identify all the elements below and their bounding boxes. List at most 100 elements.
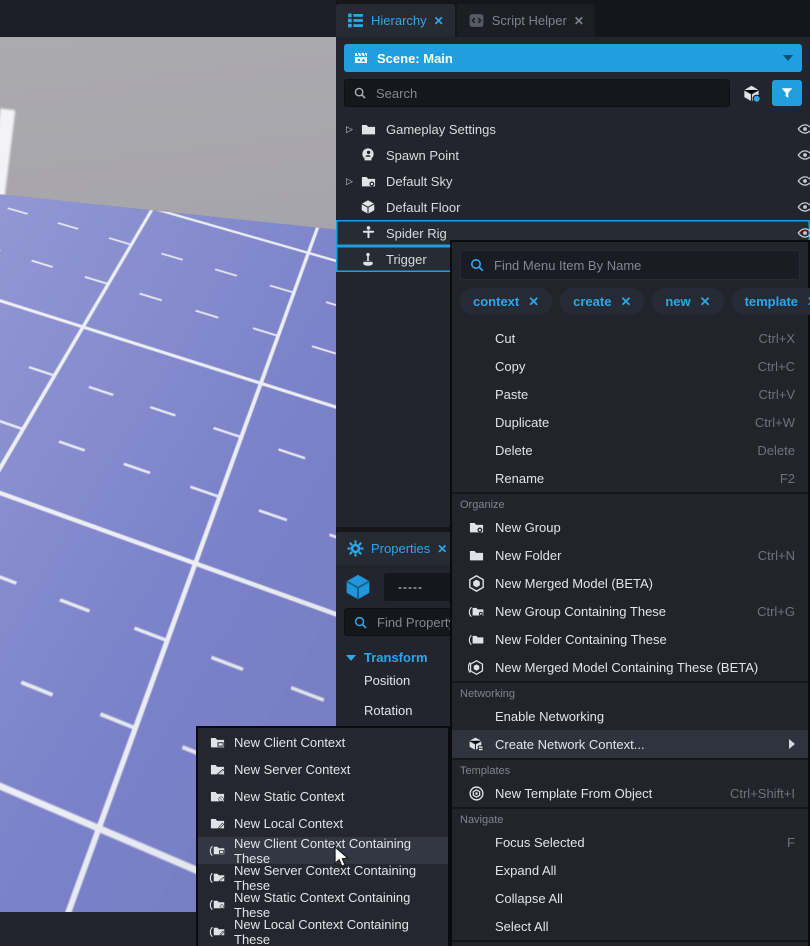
submenu-item-new-client-context[interactable]: New Client Context xyxy=(198,729,448,756)
submenu-item-new-local-context[interactable]: New Local Context xyxy=(198,810,448,837)
remove-tag-icon[interactable]: ✕ xyxy=(620,294,631,310)
folder-client-icon xyxy=(207,735,227,750)
submenu-item-label: New Local Context Containing These xyxy=(234,917,440,946)
merged-model-icon xyxy=(466,575,486,592)
menu-item-cut[interactable]: CutCtrl+X xyxy=(452,324,808,352)
menu-item-label: Rename xyxy=(495,471,544,486)
group-cube-icon xyxy=(742,84,761,103)
visibility-eye-icon[interactable] xyxy=(797,121,810,137)
menu-item-new-merged-model-beta[interactable]: New Merged Model (BETA) xyxy=(452,569,808,597)
submenu-item-new-static-context[interactable]: New Static Context xyxy=(198,783,448,810)
folder-icon xyxy=(466,548,486,563)
remove-tag-icon[interactable]: ✕ xyxy=(700,294,711,310)
menu-item-shortcut: Ctrl+C xyxy=(758,359,795,374)
menu-item-focus-selected[interactable]: Focus SelectedF xyxy=(452,828,808,856)
filter-tag-label: create xyxy=(573,294,611,309)
filter-funnel-icon xyxy=(780,86,794,100)
menu-item-collapse-all[interactable]: Collapse All xyxy=(452,884,808,912)
submenu-item-new-static-context-containing-these[interactable]: New Static Context Containing These xyxy=(198,891,448,918)
tree-row-default-floor[interactable]: Default Floor xyxy=(336,194,810,220)
menu-item-label: Delete xyxy=(495,443,533,458)
tree-item-label: Spider Rig xyxy=(386,226,447,241)
filter-tag-create[interactable]: create ✕ xyxy=(560,288,644,315)
menu-item-label: Expand All xyxy=(495,863,556,878)
menu-item-new-group[interactable]: New Group xyxy=(452,513,808,541)
menu-item-enable-networking[interactable]: Enable Networking xyxy=(452,702,808,730)
menu-item-label: Copy xyxy=(495,359,525,374)
menu-item-label: Duplicate xyxy=(495,415,549,430)
submenu-item-label: New Local Context xyxy=(234,816,343,831)
close-icon[interactable]: ✕ xyxy=(437,542,447,556)
filter-tag-new[interactable]: new✕ xyxy=(652,288,723,315)
filter-tag-context[interactable]: context ✕ xyxy=(460,288,552,315)
viewport-top-bar xyxy=(0,0,336,37)
menu-section-header: Navigate xyxy=(452,809,808,828)
menu-item-new-folder[interactable]: New FolderCtrl+N xyxy=(452,541,808,569)
menu-item-label: New Group xyxy=(495,520,561,535)
properties-tab-label: Properties xyxy=(371,541,430,556)
tree-row-spawn-point[interactable]: Spawn Point xyxy=(336,142,810,168)
hierarchy-search-field[interactable] xyxy=(344,79,730,107)
menu-item-shortcut: Ctrl+V xyxy=(759,387,795,402)
close-icon[interactable]: ✕ xyxy=(574,14,584,28)
context-menu: context✕create✕new✕template✕ CutCtrl+XCo… xyxy=(450,240,810,946)
property-label: Rotation xyxy=(364,703,412,718)
menu-item-copy[interactable]: Copy Ctrl+C xyxy=(452,352,808,380)
close-icon[interactable]: ✕ xyxy=(434,14,444,28)
folder-server-icon xyxy=(207,762,227,777)
visibility-eye-icon[interactable] xyxy=(797,225,810,241)
menu-item-delete[interactable]: DeleteDelete xyxy=(452,436,808,464)
tab-label: Script Helper xyxy=(492,13,567,28)
filter-tag-label: context xyxy=(473,294,519,309)
remove-tag-icon[interactable]: ✕ xyxy=(528,294,539,310)
submenu-item-new-client-context-containing-these[interactable]: New Client Context Containing These xyxy=(198,837,448,864)
tree-row-default-sky[interactable]: ▷Default Sky xyxy=(336,168,810,194)
tab-script-helper[interactable]: Script Helper ✕ xyxy=(457,4,595,37)
submenu-item-new-local-context-containing-these[interactable]: New Local Context Containing These xyxy=(198,918,448,945)
tab-properties[interactable]: Properties ✕ xyxy=(336,532,458,565)
menu-item-rename[interactable]: RenameF2 xyxy=(452,464,808,492)
group-objects-button[interactable] xyxy=(737,80,765,106)
viewport-bright-object xyxy=(0,108,15,197)
menu-item-create-network-context[interactable]: Create Network Context... xyxy=(452,730,808,758)
visibility-eye-icon[interactable] xyxy=(797,199,810,215)
filter-tag-label: template xyxy=(745,294,798,309)
menu-item-label: Focus Selected xyxy=(495,835,585,850)
menu-item-shortcut: Ctrl+W xyxy=(755,415,795,430)
chevron-down-icon xyxy=(783,55,793,61)
menu-item-shortcut: Ctrl+G xyxy=(757,604,795,619)
submenu-item-label: New Static Context xyxy=(234,789,345,804)
tab-hierarchy[interactable]: Hierarchy✕ xyxy=(336,4,455,37)
scene-selector[interactable]: Scene: Main xyxy=(344,44,802,72)
menu-item-expand-all[interactable]: Expand All xyxy=(452,856,808,884)
menu-search-input[interactable] xyxy=(492,257,791,274)
menu-item-select-all[interactable]: Select All xyxy=(452,912,808,940)
submenu-item-new-server-context[interactable]: New Server Context xyxy=(198,756,448,783)
submenu-item-label: New Client Context xyxy=(234,735,345,750)
search-icon xyxy=(353,86,367,100)
tree-item-label: Trigger xyxy=(386,252,427,267)
menu-item-label: New Folder xyxy=(495,548,561,563)
visibility-eye-icon[interactable] xyxy=(797,173,810,189)
menu-item-new-merged-model-containing-these-beta[interactable]: New Merged Model Containing These (BETA) xyxy=(452,653,808,681)
trigger-icon xyxy=(359,251,377,267)
network-cube-icon xyxy=(466,736,486,753)
hierarchy-search-input[interactable] xyxy=(374,85,721,102)
menu-item-new-folder-containing-these[interactable]: New Folder Containing These xyxy=(452,625,808,653)
expand-arrow-icon[interactable]: ▷ xyxy=(346,176,359,187)
filter-button[interactable] xyxy=(772,80,802,106)
menu-item-new-template-from-object[interactable]: New Template From ObjectCtrl+Shift+I xyxy=(452,779,808,807)
collapse-triangle-icon xyxy=(346,655,356,661)
menu-item-new-group-containing-these[interactable]: New Group Containing TheseCtrl+G xyxy=(452,597,808,625)
visibility-eye-icon[interactable] xyxy=(797,147,810,163)
editor-window: Hierarchy✕ Script Helper ✕ Scene: Main xyxy=(0,0,810,946)
menu-item-label: Enable Networking xyxy=(495,709,604,724)
menu-search-field[interactable] xyxy=(460,250,800,280)
menu-item-paste[interactable]: PasteCtrl+V xyxy=(452,380,808,408)
tree-row-gameplay-settings[interactable]: ▷Gameplay Settings xyxy=(336,116,810,142)
submenu-item-new-server-context-containing-these[interactable]: New Server Context Containing These xyxy=(198,864,448,891)
tree-item-label: Default Floor xyxy=(386,200,460,215)
filter-tag-template[interactable]: template✕ xyxy=(732,288,810,315)
menu-item-duplicate[interactable]: Duplicate Ctrl+W xyxy=(452,408,808,436)
expand-arrow-icon[interactable]: ▷ xyxy=(346,124,359,135)
